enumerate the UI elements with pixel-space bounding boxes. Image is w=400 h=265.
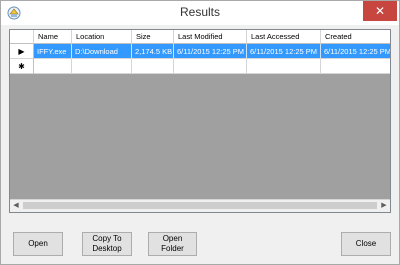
cell-location[interactable]: D:\Download	[72, 44, 132, 59]
column-header-location[interactable]: Location	[72, 30, 132, 44]
cell-last-modified[interactable]: 6/11/2015 12:25 PM	[174, 44, 247, 59]
open-folder-label: Open Folder	[161, 234, 184, 253]
column-header-name[interactable]: Name	[34, 30, 72, 44]
scrollbar-thumb[interactable]	[23, 202, 377, 209]
results-window: Results ✕ Name Location Size Last Modifi…	[0, 0, 400, 265]
column-header-size[interactable]: Size	[132, 30, 174, 44]
new-cell-last-modified[interactable]	[174, 59, 247, 74]
open-folder-button[interactable]: Open Folder	[148, 232, 197, 256]
open-button-label: Open	[28, 239, 48, 248]
new-row-icon[interactable]: ✱	[10, 59, 34, 74]
row-indicator-icon[interactable]: ▶	[10, 44, 34, 59]
scroll-left-icon[interactable]: ◀	[10, 200, 22, 212]
horizontal-scrollbar[interactable]: ◀ ▶	[10, 199, 390, 212]
column-header-last-modified[interactable]: Last Modified	[174, 30, 247, 44]
new-cell-name[interactable]	[34, 59, 72, 74]
cell-size[interactable]: 2,174.5 KB	[132, 44, 174, 59]
scroll-right-icon[interactable]: ▶	[378, 200, 390, 212]
copy-to-desktop-label: Copy To Desktop	[92, 234, 122, 253]
close-button-label: Close	[355, 239, 377, 248]
cell-last-accessed[interactable]: 6/11/2015 12:25 PM	[247, 44, 321, 59]
open-button[interactable]: Open	[13, 232, 63, 256]
column-header-created[interactable]: Created	[321, 30, 390, 44]
row-header-corner	[10, 30, 34, 44]
copy-to-desktop-button[interactable]: Copy To Desktop	[82, 232, 132, 256]
new-cell-last-accessed[interactable]	[247, 59, 321, 74]
column-header-last-accessed[interactable]: Last Accessed	[247, 30, 321, 44]
cell-name[interactable]: IFFY.exe	[34, 44, 72, 59]
cell-created[interactable]: 6/11/2015 12:25 PM	[321, 44, 390, 59]
window-close-button[interactable]: ✕	[363, 1, 397, 21]
window-title: Results	[179, 5, 220, 19]
new-cell-location[interactable]	[72, 59, 132, 74]
results-grid[interactable]: Name Location Size Last Modified Last Ac…	[9, 29, 391, 213]
new-cell-created[interactable]	[321, 59, 390, 74]
new-cell-size[interactable]	[132, 59, 174, 74]
title-bar: Results ✕	[1, 1, 399, 25]
close-button[interactable]: Close	[341, 232, 391, 256]
